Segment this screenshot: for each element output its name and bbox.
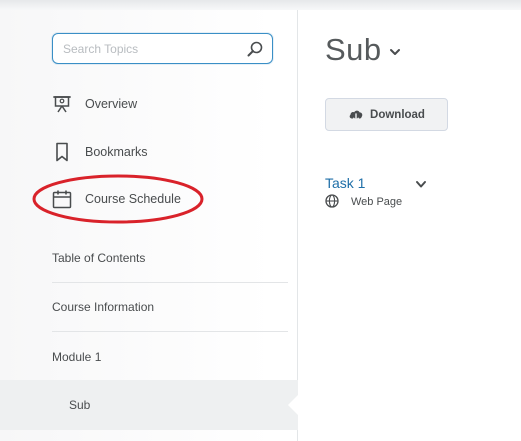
- chevron-down-icon[interactable]: [415, 180, 427, 189]
- page-title: Sub: [325, 32, 382, 67]
- sidebar-item-course-schedule[interactable]: Course Schedule: [52, 186, 181, 212]
- search-box[interactable]: Search Topics: [52, 33, 273, 64]
- sidebar-item-bookmarks[interactable]: Bookmarks: [52, 139, 148, 165]
- search-input[interactable]: Search Topics: [63, 42, 138, 56]
- download-button[interactable]: Download: [325, 98, 448, 131]
- selection-notch: [288, 394, 299, 416]
- top-shadow-bar: [0, 0, 521, 10]
- sidebar-item-label: Bookmarks: [85, 145, 148, 159]
- toc-item-label: Module 1: [52, 349, 102, 364]
- bookmark-icon: [56, 142, 68, 162]
- toc-item-label: Course Information: [52, 300, 155, 314]
- calendar-icon: [52, 190, 72, 209]
- toc-item-table-of-contents[interactable]: Table of Contents: [52, 234, 288, 283]
- toc-item-sub-selected[interactable]: Sub: [0, 380, 299, 430]
- toc-item-module-1[interactable]: Module 1: [52, 332, 288, 381]
- toc-item-label: Sub: [69, 398, 91, 412]
- cloud-download-icon: [349, 110, 363, 122]
- sidebar-item-label: Course Schedule: [85, 192, 181, 206]
- chevron-down-icon[interactable]: [389, 47, 401, 57]
- toc-item-label: Table of Contents: [52, 251, 146, 265]
- globe-icon: [325, 194, 339, 208]
- task-link[interactable]: Task 1: [325, 175, 365, 191]
- toc-item-course-information[interactable]: Course Information: [52, 283, 288, 332]
- sidebar-item-label: Overview: [85, 97, 138, 111]
- download-button-label: Download: [370, 108, 425, 121]
- search-icon[interactable]: [246, 40, 264, 58]
- task-type-label: Web Page: [351, 196, 403, 208]
- presentation-icon: [53, 96, 71, 113]
- sidebar-item-overview[interactable]: Overview: [52, 91, 137, 117]
